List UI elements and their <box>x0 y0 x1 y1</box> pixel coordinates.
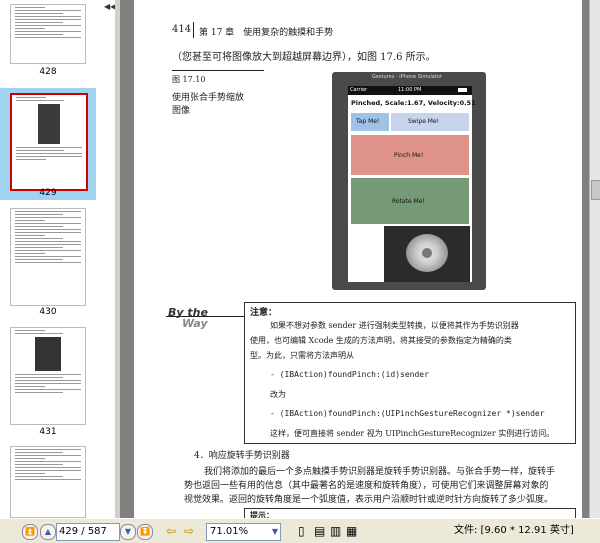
thumbnail-page-432[interactable] <box>10 446 86 518</box>
tip-box <box>244 508 576 518</box>
forward-icon[interactable]: ⇨ <box>184 523 194 539</box>
swipe-label: Swipe Me! <box>408 118 440 125</box>
by-the-way-underline <box>166 316 244 317</box>
time-label: 11:00 PM <box>398 87 422 93</box>
collapse-pane-icon[interactable]: ◀◀ <box>104 2 115 12</box>
file-info: 文件: [9.60 * 12.91 英寸] <box>454 525 574 536</box>
continuous-view-icon[interactable]: ▤ <box>314 523 325 539</box>
next-page-button[interactable]: ▼ <box>120 524 136 540</box>
facing-continuous-view-icon[interactable]: ▦ <box>346 523 357 539</box>
note-text: 型。为此，只需将方法声明从 <box>250 351 354 360</box>
body-text: 我们将添加的最后一个多点触摸手势识别器是旋转手势识别器。与张合手势一样，旋转手 <box>204 467 556 477</box>
thumbnail-page-431[interactable] <box>10 327 86 425</box>
prev-page-button[interactable]: ▲ <box>40 524 56 540</box>
first-page-button[interactable]: ⏫ <box>22 524 38 540</box>
note-text: 这样，便可直接将 sender 视为 UIPinchGestureRecogni… <box>270 429 555 438</box>
zoom-select[interactable]: 71.01% ▼ <box>206 523 281 541</box>
figure-caption: 使用张合手势缩放 <box>172 93 245 103</box>
code-line: - (IBAction)foundPinch:(id)sender <box>270 370 429 379</box>
single-page-view-icon[interactable]: ▯ <box>298 523 305 539</box>
thumbnail-page-429[interactable] <box>10 93 88 191</box>
simulator-screen: Carrier 11:00 PM Pinched, Scale:1.67, Ve… <box>348 86 476 282</box>
note-text: 改为 <box>270 390 286 399</box>
section-title: 4．响应旋转手势识别器 <box>194 451 290 461</box>
page-number-input[interactable]: 429 / 587 <box>56 523 120 541</box>
scrollbar-thumb[interactable] <box>591 180 600 200</box>
header-page-number: 414 <box>172 24 192 35</box>
rotate-label: Rotate Me! <box>392 198 425 205</box>
pinch-label: Pinch Me! <box>394 152 424 159</box>
flower-image <box>384 226 470 282</box>
thumbnail-label: 430 <box>39 307 57 317</box>
thumbnail-page-430[interactable] <box>10 208 86 306</box>
figure-rule <box>172 70 264 71</box>
thumbnail-page-428[interactable] <box>10 4 86 64</box>
tap-label: Tap Me! <box>356 118 380 125</box>
status-bar: ⏫ ▲ 429 / 587 ▼ ⏬ ⇦ ⇨ 71.01% ▼ ▯ ▤ ▥ ▦ 文… <box>0 518 600 543</box>
intro-line: （您甚至可将图像放大到超越屏幕边界），如图 17.6 所示。 <box>172 52 436 63</box>
iphone-simulator-screenshot: Gestures - iPhone Simulator Carrier 11:0… <box>332 72 486 290</box>
by-the-way-logo: Way <box>182 317 208 330</box>
zoom-value: 71.01% <box>210 526 249 537</box>
figure-number: 图 17.10 <box>172 75 206 84</box>
document-view[interactable]: 414 第 17 章 使用复杂的触摸和手势 （您甚至可将图像放大到超越屏幕边界）… <box>120 0 600 518</box>
tip-title: 提示： <box>250 510 274 518</box>
facing-view-icon[interactable]: ▥ <box>330 523 341 539</box>
code-line: - (IBAction)foundPinch:(UIPinchGestureRe… <box>270 409 545 418</box>
carrier-label: Carrier <box>350 87 368 93</box>
thumbnail-label: 429 <box>39 188 57 198</box>
header-chapter: 第 17 章 使用复杂的触摸和手势 <box>199 28 334 38</box>
note-text: 如果不想对参数 sender 进行强制类型转换，以便将其作为手势识别器 <box>270 321 519 330</box>
note-text: 使用，也可编辑 Xcode 生成的方法声明，将其接受的参数指定为精确的类 <box>250 336 512 345</box>
thumbnail-label: 431 <box>39 427 57 437</box>
header-divider <box>193 22 194 38</box>
chevron-down-icon[interactable]: ▼ <box>272 524 278 540</box>
vertical-scrollbar[interactable] <box>589 0 600 518</box>
pdf-page: 414 第 17 章 使用复杂的触摸和手势 （您甚至可将图像放大到超越屏幕边界）… <box>134 0 582 518</box>
thumbnail-pane: ◀◀ 428 429 430 431 <box>0 0 116 518</box>
body-text: 视觉效果。返回的旋转角度是一个弧度值，表示用户沿顺时针或逆时针方向旋转了多少弧度… <box>184 495 554 505</box>
body-text: 势也返回一些有用的信息（其中最著名的是速度和旋转角度），可使用它们来调整屏幕对象… <box>184 481 549 491</box>
battery-icon <box>458 88 467 92</box>
figure-caption: 图像 <box>172 106 191 116</box>
gesture-status-text: Pinched, Scale:1.67, Velocity:0.51 <box>351 99 476 107</box>
back-icon[interactable]: ⇦ <box>166 523 176 539</box>
last-page-button[interactable]: ⏬ <box>137 524 153 540</box>
note-title: 注意： <box>250 308 278 318</box>
thumbnail-label: 428 <box>39 67 57 77</box>
simulator-window-title: Gestures - iPhone Simulator <box>372 74 442 80</box>
